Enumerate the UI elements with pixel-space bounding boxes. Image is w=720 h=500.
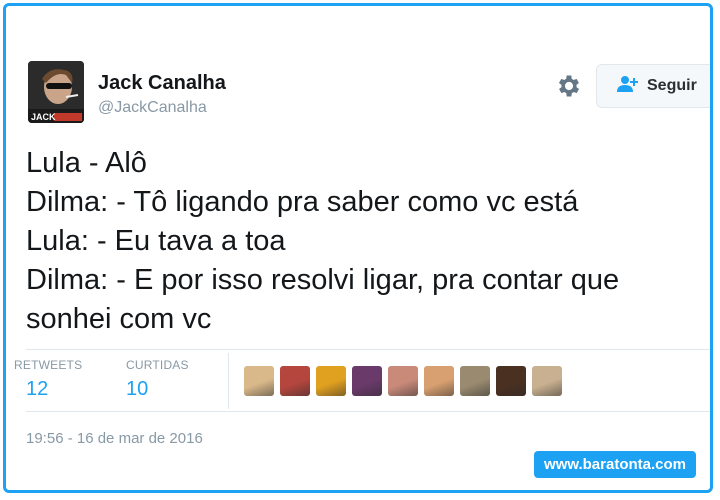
likes-count: 10 (126, 378, 149, 400)
stats-separator (228, 353, 229, 409)
liker-avatar[interactable] (352, 366, 382, 396)
liker-avatar[interactable] (496, 366, 526, 396)
add-user-icon (617, 75, 639, 98)
avatar-badge-text: JACK (31, 112, 56, 122)
tweet-line: Dilma: - E por isso resolvi ligar, pra c… (26, 264, 620, 296)
gear-icon[interactable] (555, 72, 583, 100)
tweet-text: Lula - Alô Dilma: - Tô ligando pra saber… (26, 144, 710, 339)
liker-avatar[interactable] (388, 366, 418, 396)
liked-by-avatars (244, 366, 562, 396)
timestamp[interactable]: 19:56 - 16 de mar de 2016 (26, 430, 203, 447)
divider (26, 411, 710, 412)
divider (26, 349, 710, 350)
tweet-line: Lula: - Eu tava a toa (26, 225, 286, 257)
liker-avatar[interactable] (460, 366, 490, 396)
retweets-count: 12 (26, 378, 49, 400)
liker-avatar[interactable] (424, 366, 454, 396)
follow-button[interactable]: Seguir (596, 64, 710, 108)
display-name[interactable]: Jack Canalha (98, 72, 226, 95)
watermark: www.baratonta.com (534, 451, 696, 478)
retweets-label: RETWEETS (14, 358, 83, 372)
liker-avatar[interactable] (280, 366, 310, 396)
user-handle[interactable]: @JackCanalha (98, 99, 207, 117)
tweet-card: JACK Jack Canalha @JackCanalha Seguir Lu… (3, 3, 713, 493)
liker-avatar[interactable] (316, 366, 346, 396)
tweet-line: Dilma: - Tô ligando pra saber como vc es… (26, 186, 579, 218)
liker-avatar[interactable] (244, 366, 274, 396)
follow-label: Seguir (647, 77, 697, 94)
likes-label: CURTIDAS (126, 358, 189, 372)
avatar[interactable]: JACK (28, 61, 84, 123)
likes-stat[interactable]: CURTIDAS 10 (126, 358, 189, 401)
tweet-line: sonhei com vc (26, 303, 212, 335)
liker-avatar[interactable] (532, 366, 562, 396)
retweets-stat[interactable]: RETWEETS 12 (14, 358, 82, 401)
tweet-line: Lula - Alô (26, 147, 147, 179)
